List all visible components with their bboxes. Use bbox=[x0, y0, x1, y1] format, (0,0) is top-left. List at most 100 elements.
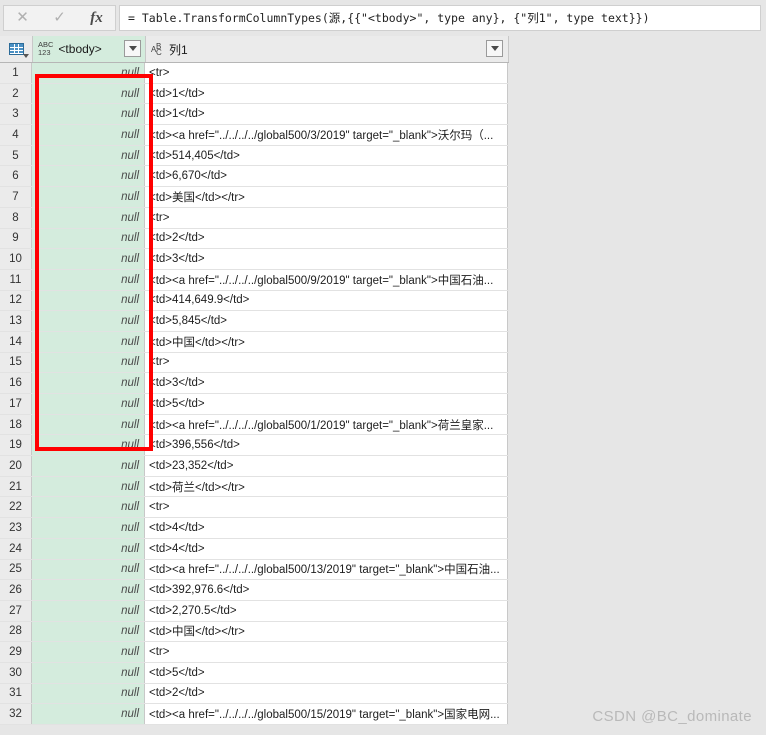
row-number[interactable]: 13 bbox=[0, 311, 32, 331]
cell-tbody[interactable]: null bbox=[32, 662, 145, 683]
table-row[interactable]: 2 null <td>1</td> bbox=[0, 83, 509, 105]
cell-tbody[interactable]: null bbox=[32, 125, 145, 145]
cell-lie1[interactable]: <td>1</td> bbox=[145, 83, 508, 104]
cell-tbody[interactable]: null bbox=[32, 331, 145, 352]
table-row[interactable]: 21 null <td>荷兰</td></tr> bbox=[0, 476, 509, 498]
cell-lie1[interactable]: <td>5,845</td> bbox=[145, 311, 508, 331]
cell-tbody[interactable]: null bbox=[32, 145, 145, 166]
table-row[interactable]: 28 null <td>中国</td></tr> bbox=[0, 621, 509, 643]
table-row[interactable]: 11 null <td><a href="../../../../global500… bbox=[0, 269, 509, 291]
column-header-lie1[interactable]: A B C 列1 bbox=[146, 36, 509, 62]
row-number[interactable]: 2 bbox=[0, 83, 32, 104]
cell-lie1[interactable]: <td>3</td> bbox=[145, 249, 508, 269]
table-row[interactable]: 12 null <td>414,649.9</td> bbox=[0, 290, 509, 312]
cell-tbody[interactable]: null bbox=[32, 497, 145, 518]
cell-tbody[interactable]: null bbox=[32, 580, 145, 600]
cell-tbody[interactable]: null bbox=[32, 476, 145, 497]
table-row[interactable]: 14 null <td>中国</td></tr> bbox=[0, 331, 509, 353]
cell-lie1[interactable]: <td>1</td> bbox=[145, 104, 508, 125]
cell-tbody[interactable]: null bbox=[32, 104, 145, 125]
cell-lie1[interactable]: <tr> bbox=[145, 63, 508, 83]
table-row[interactable]: 29 null <tr> bbox=[0, 642, 509, 663]
cell-lie1[interactable]: <td>中国</td></tr> bbox=[145, 621, 508, 642]
row-number[interactable]: 25 bbox=[0, 559, 32, 580]
row-number[interactable]: 21 bbox=[0, 476, 32, 497]
row-number[interactable]: 18 bbox=[0, 414, 32, 435]
cancel-icon[interactable]: ✕ bbox=[8, 6, 38, 30]
table-row[interactable]: 23 null <td>4</td> bbox=[0, 518, 509, 539]
row-number[interactable]: 24 bbox=[0, 538, 32, 559]
select-all-corner[interactable] bbox=[0, 36, 33, 62]
cell-tbody[interactable]: null bbox=[32, 207, 145, 228]
table-row[interactable]: 30 null <td>5</td> bbox=[0, 662, 509, 684]
table-row[interactable]: 8 null <tr> bbox=[0, 207, 509, 229]
filter-dropdown-tbody[interactable] bbox=[124, 40, 141, 57]
row-number[interactable]: 9 bbox=[0, 228, 32, 249]
row-number[interactable]: 23 bbox=[0, 518, 32, 538]
row-number[interactable]: 1 bbox=[0, 63, 32, 83]
formula-input[interactable]: = Table.TransformColumnTypes(源,{{"<tbody… bbox=[119, 5, 761, 31]
cell-tbody[interactable]: null bbox=[32, 249, 145, 269]
cell-tbody[interactable]: null bbox=[32, 166, 145, 187]
row-number[interactable]: 12 bbox=[0, 290, 32, 311]
cell-lie1[interactable]: <tr> bbox=[145, 642, 508, 662]
row-number[interactable]: 4 bbox=[0, 125, 32, 145]
cell-lie1[interactable]: <td>美国</td></tr> bbox=[145, 187, 508, 207]
cell-tbody[interactable]: null bbox=[32, 269, 145, 290]
row-number[interactable]: 29 bbox=[0, 642, 32, 662]
table-row[interactable]: 20 null <td>23,352</td> bbox=[0, 456, 509, 477]
cell-lie1[interactable]: <td>5</td> bbox=[145, 394, 508, 414]
row-number[interactable]: 31 bbox=[0, 683, 32, 704]
cell-lie1[interactable]: <td>荷兰</td></tr> bbox=[145, 476, 508, 497]
row-number[interactable]: 7 bbox=[0, 187, 32, 207]
column-header-tbody[interactable]: ABC 123 <tbody> bbox=[33, 36, 146, 62]
cell-tbody[interactable]: null bbox=[32, 228, 145, 249]
table-row[interactable]: 7 null <td>美国</td></tr> bbox=[0, 187, 509, 208]
row-number[interactable]: 17 bbox=[0, 394, 32, 414]
cell-lie1[interactable]: <td>392,976.6</td> bbox=[145, 580, 508, 600]
cell-tbody[interactable]: null bbox=[32, 456, 145, 476]
row-number[interactable]: 11 bbox=[0, 269, 32, 290]
cell-lie1[interactable]: <td><a href="../../../../global500/13/20… bbox=[145, 559, 508, 580]
row-number[interactable]: 22 bbox=[0, 497, 32, 518]
row-number[interactable]: 20 bbox=[0, 456, 32, 476]
cell-tbody[interactable]: null bbox=[32, 704, 145, 724]
table-row[interactable]: 1 null <tr> bbox=[0, 63, 509, 84]
cell-tbody[interactable]: null bbox=[32, 311, 145, 331]
cell-lie1[interactable]: <td>2</td> bbox=[145, 683, 508, 704]
table-row[interactable]: 9 null <td>2</td> bbox=[0, 228, 509, 250]
cell-tbody[interactable]: null bbox=[32, 373, 145, 393]
table-row[interactable]: 27 null <td>2,270.5</td> bbox=[0, 600, 509, 622]
cell-lie1[interactable]: <td>2</td> bbox=[145, 228, 508, 249]
table-row[interactable]: 31 null <td>2</td> bbox=[0, 683, 509, 705]
table-row[interactable]: 32 null <td><a href="../../../../global500… bbox=[0, 704, 509, 725]
table-row[interactable]: 26 null <td>392,976.6</td> bbox=[0, 580, 509, 601]
row-number[interactable]: 19 bbox=[0, 435, 32, 456]
row-number[interactable]: 26 bbox=[0, 580, 32, 600]
cell-lie1[interactable]: <td><a href="../../../../global500/15/20… bbox=[145, 704, 508, 724]
cell-lie1[interactable]: <tr> bbox=[145, 352, 508, 373]
cell-tbody[interactable]: null bbox=[32, 352, 145, 373]
cell-tbody[interactable]: null bbox=[32, 83, 145, 104]
cell-tbody[interactable]: null bbox=[32, 518, 145, 538]
row-number[interactable]: 32 bbox=[0, 704, 32, 724]
filter-dropdown-lie1[interactable] bbox=[486, 40, 503, 57]
cell-lie1[interactable]: <td>6,670</td> bbox=[145, 166, 508, 187]
row-number[interactable]: 16 bbox=[0, 373, 32, 393]
table-row[interactable]: 19 null <td>396,556</td> bbox=[0, 435, 509, 457]
cell-lie1[interactable]: <td>4</td> bbox=[145, 538, 508, 559]
cell-lie1[interactable]: <td>3</td> bbox=[145, 373, 508, 393]
cell-tbody[interactable]: null bbox=[32, 642, 145, 662]
cell-tbody[interactable]: null bbox=[32, 600, 145, 621]
table-row[interactable]: 3 null <td>1</td> bbox=[0, 104, 509, 126]
row-number[interactable]: 10 bbox=[0, 249, 32, 269]
row-number[interactable]: 8 bbox=[0, 207, 32, 228]
table-row[interactable]: 22 null <tr> bbox=[0, 497, 509, 519]
row-number[interactable]: 6 bbox=[0, 166, 32, 187]
cell-lie1[interactable]: <td>4</td> bbox=[145, 518, 508, 538]
cell-lie1[interactable]: <tr> bbox=[145, 207, 508, 228]
cell-tbody[interactable]: null bbox=[32, 187, 145, 207]
cell-tbody[interactable]: null bbox=[32, 621, 145, 642]
accept-icon[interactable]: ✓ bbox=[45, 6, 75, 30]
row-number[interactable]: 3 bbox=[0, 104, 32, 125]
